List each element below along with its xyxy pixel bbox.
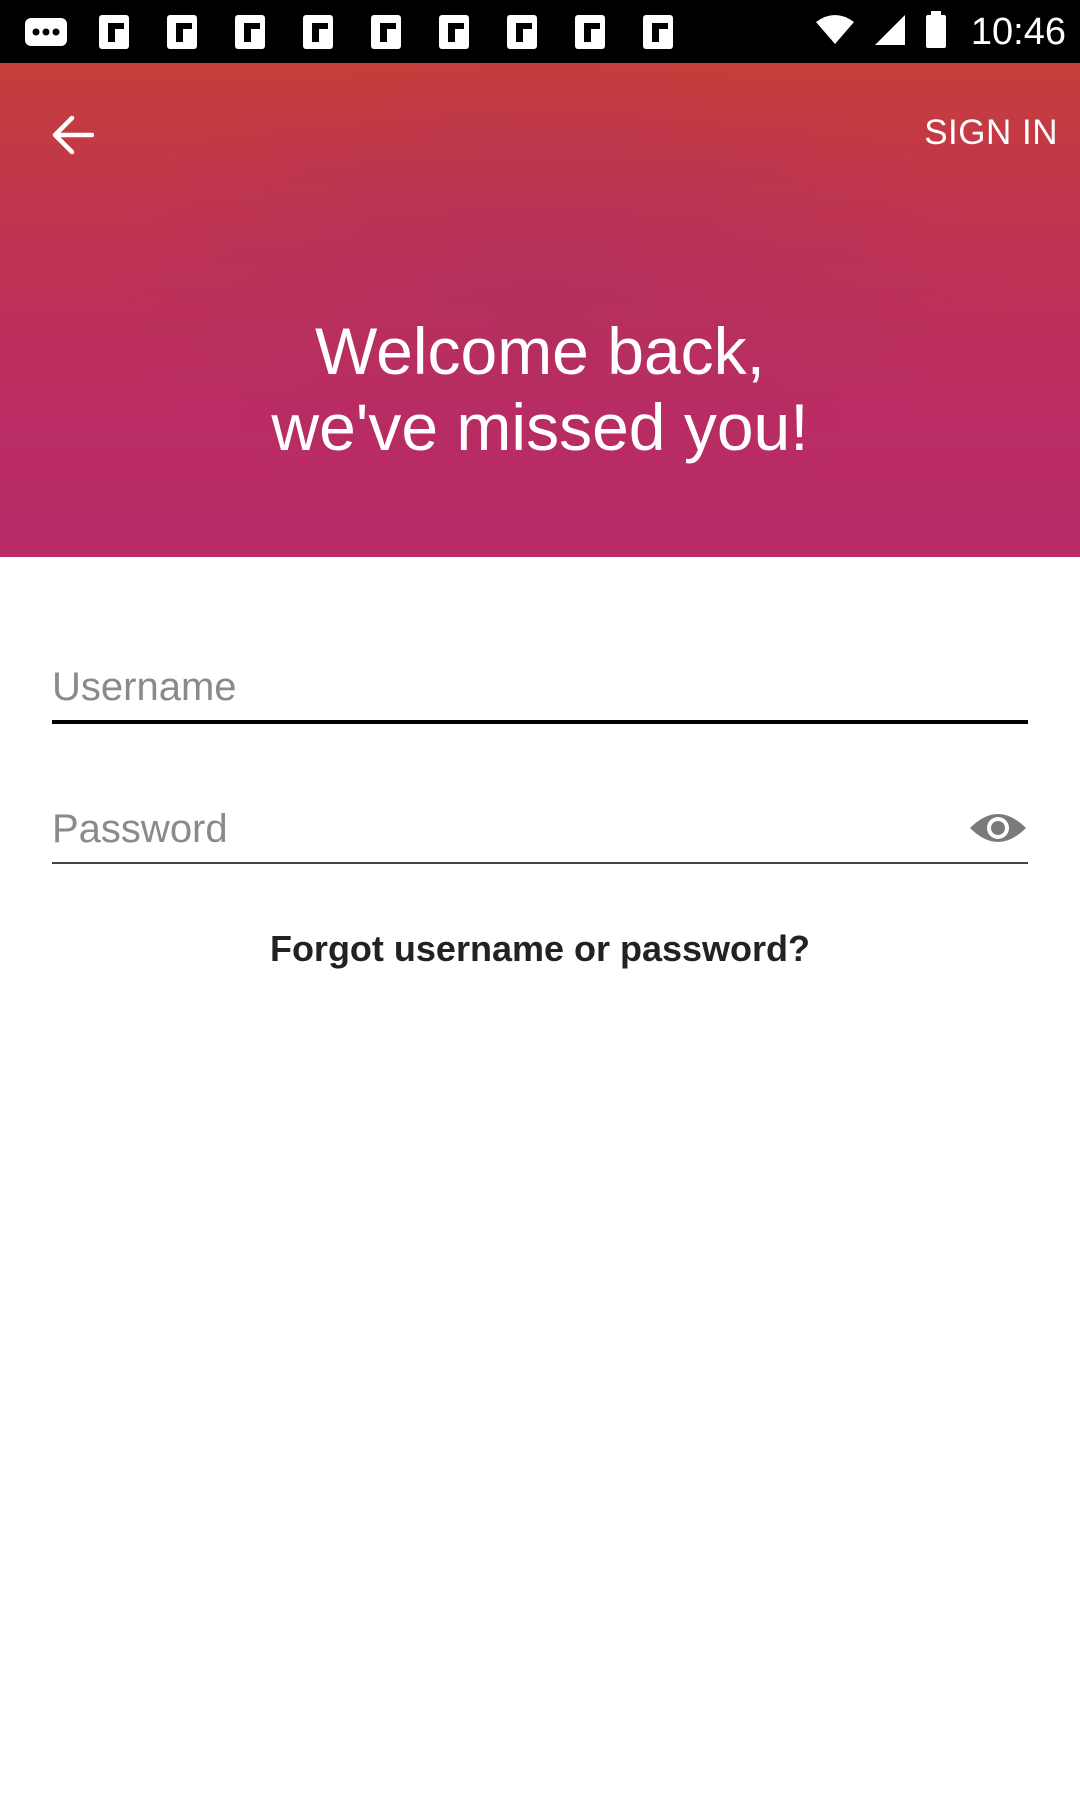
arrow-left-icon bbox=[50, 115, 95, 160]
welcome-line-1: Welcome back, bbox=[315, 314, 765, 388]
flipboard-icon bbox=[226, 12, 274, 52]
flipboard-icon bbox=[90, 12, 138, 52]
username-placeholder: Username bbox=[52, 665, 237, 709]
flipboard-icon bbox=[634, 12, 682, 52]
eye-icon bbox=[968, 808, 1028, 853]
flipboard-icon bbox=[498, 12, 546, 52]
wifi-icon bbox=[815, 14, 855, 51]
flipboard-icon bbox=[362, 12, 410, 52]
forgot-credentials-link[interactable]: Forgot username or password? bbox=[0, 928, 1080, 970]
system-icons: 10:46 bbox=[815, 10, 1066, 54]
flipboard-icon bbox=[430, 12, 478, 52]
header-banner: SIGN IN Welcome back, we've missed you! bbox=[0, 63, 1080, 557]
clock: 10:46 bbox=[970, 10, 1066, 53]
username-field[interactable]: Username bbox=[52, 640, 1028, 724]
password-visibility-toggle[interactable] bbox=[968, 804, 1028, 856]
flipboard-icon bbox=[294, 12, 342, 52]
back-button[interactable] bbox=[40, 105, 104, 169]
welcome-line-2: we've missed you! bbox=[271, 390, 809, 464]
notification-icons bbox=[22, 10, 682, 54]
flipboard-icon bbox=[566, 12, 614, 52]
signal-icon bbox=[873, 13, 907, 52]
battery-icon bbox=[925, 10, 947, 54]
password-field[interactable]: Password bbox=[52, 780, 1028, 864]
more-icon bbox=[22, 12, 70, 52]
status-bar: 10:46 bbox=[0, 0, 1080, 63]
flipboard-icon bbox=[158, 12, 206, 52]
password-placeholder: Password bbox=[52, 807, 228, 851]
welcome-message: Welcome back, we've missed you! bbox=[0, 313, 1080, 465]
sign-in-button[interactable]: SIGN IN bbox=[924, 113, 1058, 153]
